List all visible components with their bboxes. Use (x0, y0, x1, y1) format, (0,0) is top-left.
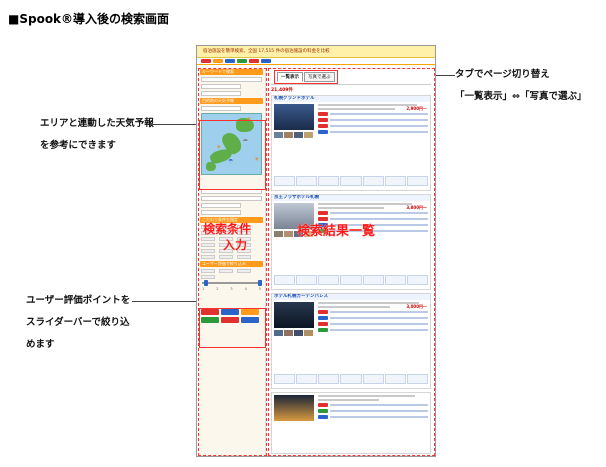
weather-callout-line2: を参考にできます (40, 140, 117, 151)
tab-callout-line2: 「一覧表示」⇔「写真で選ぶ」 (455, 91, 587, 102)
tab-callout-line1: タブでページ切り替え (455, 69, 550, 80)
conditions-label: 検索条件 (203, 222, 252, 236)
top-banner: 宿泊施設を簡単検索。全国 17,515 件の宿泊施設の料金を比較 (197, 46, 435, 58)
page-heading: ■Spook®導入後の検索画面 (8, 12, 170, 26)
slider-callout-line1: ユーザー評価ポイントを (26, 295, 131, 306)
weather-callout: エリアと連動した天気予報 を参考にできます (40, 113, 154, 157)
slider-callout-line2: スライダーバーで絞り込 (26, 317, 130, 328)
results-highlight (268, 68, 435, 456)
slider-callout-line3: めます (26, 339, 55, 350)
weather-callout-line1: エリアと連動した天気予報 (40, 118, 154, 129)
embedded-search-screenshot: 宿泊施設を簡単検索。全国 17,515 件の宿泊施設の料金を比較 キーワードで検… (196, 45, 436, 457)
conditions-label-2: 入力 (223, 238, 248, 252)
slider-callout: ユーザー評価ポイントを スライダーバーで絞り込 めます (26, 290, 130, 356)
weather-highlight (199, 120, 266, 190)
slider-highlight (199, 308, 266, 348)
results-label: 検索結果一覧 (297, 224, 376, 239)
brand-bar (197, 58, 435, 65)
tab-switch-callout: タブでページ切り替え 「一覧表示」⇔「写真で選ぶ」 (455, 64, 586, 108)
